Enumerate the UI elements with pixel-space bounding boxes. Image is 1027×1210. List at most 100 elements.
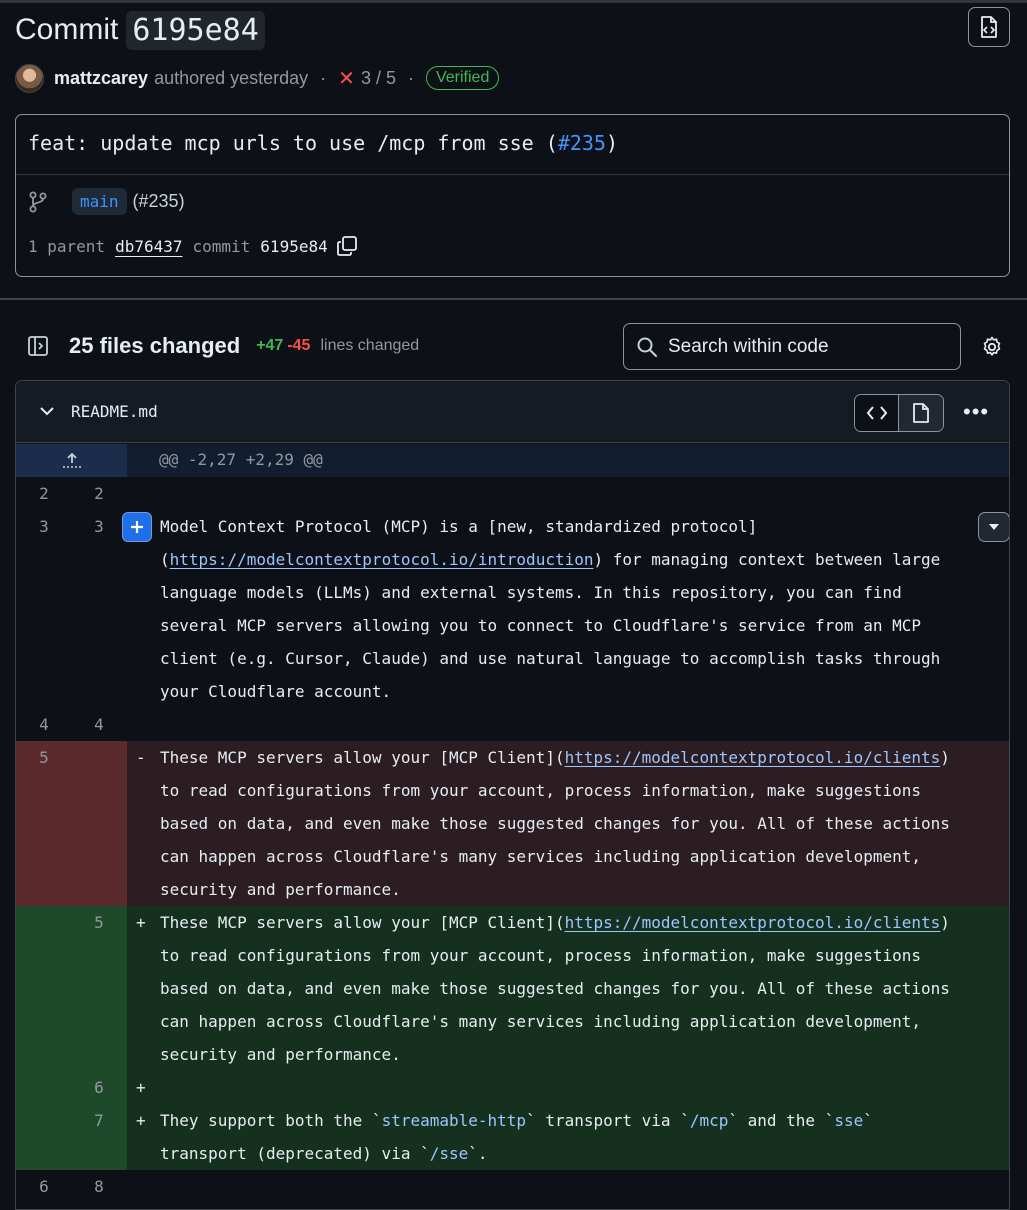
file-header: README.md ••• [16,381,1009,443]
code-text: ) [940,913,950,932]
diff-summary: 25 files changed +47 -45 lines changed [27,322,419,370]
code-text: ` and the ` [728,1111,835,1130]
sidebar-toggle-icon[interactable] [27,335,49,357]
new-line-number[interactable]: 7 [79,1111,119,1130]
git-branch-icon [29,191,47,212]
file-icon [913,403,929,423]
diff-settings-button[interactable] [978,333,1006,361]
code-text: to read configurations from your account… [160,946,921,965]
code-text: These MCP servers allow your [MCP Client… [160,748,565,767]
new-line-number[interactable]: 3 [79,517,119,536]
view-file-button[interactable] [899,395,943,431]
page-title: Commit 6195e84 [15,8,265,52]
section-divider [0,298,1027,300]
new-line-number[interactable]: 8 [79,1177,119,1196]
old-line-number[interactable]: 6 [24,1177,64,1196]
code-text: security and performance. [160,1045,401,1064]
commit-label: commit [192,236,251,256]
line-code: These MCP servers allow your [MCP Client… [160,906,979,1071]
gear-icon [983,336,1001,356]
code-text: These MCP servers allow your [MCP Client… [160,913,565,932]
plus-icon [131,521,143,533]
browse-files-button[interactable] [968,7,1010,47]
new-line-number[interactable]: 5 [79,913,119,932]
new-line-number[interactable]: 6 [79,1078,119,1097]
inline-code: sse [834,1111,864,1130]
code-text: based on data, and even make those sugge… [160,979,950,998]
branch-name[interactable]: main [72,188,127,215]
old-line-number[interactable]: 4 [24,715,64,734]
commit-message-text: feat: update mcp urls to use /mcp from s… [28,131,558,155]
commit-message-box: feat: update mcp urls to use /mcp from s… [15,114,1010,277]
chevron-down-icon[interactable] [38,402,56,420]
author-link[interactable]: mattzcarey [54,68,148,89]
diff-line-context: 4 4 [16,708,1009,741]
diff-line-context: 2 2 [16,477,1009,510]
old-line-number[interactable]: 3 [24,517,64,536]
separator-dot-2: · [407,67,414,88]
commit-title-word: Commit [15,13,119,46]
hunk-header: @@ -2,27 +2,29 @@ [16,444,1009,477]
code-text: security and performance. [160,880,401,899]
add-comment-button[interactable] [122,512,152,542]
expand-up-icon [62,452,81,468]
pr-link[interactable]: #235 [558,131,606,155]
avatar[interactable] [15,63,44,93]
code-text: Model Context Protocol (MCP) is a [new, … [160,517,758,536]
search-input[interactable]: Search within code [623,323,961,370]
old-line-number[interactable]: 5 [24,748,64,767]
x-icon[interactable]: ✕ [338,66,355,91]
code-text: can happen across Cloudflare's many serv… [160,1012,921,1031]
branch-pr[interactable]: (#235) [133,191,185,212]
expand-up-button[interactable] [16,444,127,477]
checks-count[interactable]: 3 / 5 [361,68,396,89]
code-text: ) for managing context between large [593,550,941,569]
inline-code: streamable-http [381,1111,527,1130]
file-name[interactable]: README.md [71,402,158,421]
diff-line-context: 3 3 Model Context Protocol (MCP) is a [n… [16,510,1009,708]
commit-sha-title: 6195e84 [126,10,265,50]
search-placeholder: Search within code [668,335,829,357]
kebab-menu-icon[interactable]: ••• [963,399,989,425]
code-text: transport (deprecated) via ` [160,1144,430,1163]
file-code-icon [981,16,997,38]
copy-icon[interactable] [336,235,358,257]
code-text: your Cloudflare account. [160,682,392,701]
verified-badge[interactable]: Verified [425,66,500,90]
line-code: Model Context Protocol (MCP) is a [new, … [160,510,979,708]
new-line-number[interactable]: 4 [79,715,119,734]
deletion-sign: - [136,748,146,767]
code-text: They support both the ` [160,1111,382,1130]
diff-line-addition: 6 + [16,1071,1009,1104]
branch-row: main (#235) [28,188,185,215]
code-text: to read configurations from your account… [160,781,921,800]
code-link[interactable]: https://modelcontextprotocol.io/clients [565,748,941,767]
view-toggle [854,394,944,432]
code-link[interactable]: https://modelcontextprotocol.io/clients [565,913,941,932]
commit-meta: mattzcarey authored yesterday · ✕ 3 / 5 … [15,63,500,93]
new-line-number[interactable]: 2 [79,484,119,503]
lines-changed-label: lines changed [320,337,420,354]
files-changed-count: 25 files changed [69,333,241,358]
code-text: ) [940,748,950,767]
old-line-number[interactable]: 2 [24,484,64,503]
commit-message: feat: update mcp urls to use /mcp from s… [28,131,618,155]
view-code-button[interactable] [855,395,899,431]
parent-label: 1 parent [28,236,106,256]
inline-code: /sse [429,1144,469,1163]
authored-time: authored yesterday [154,67,309,88]
code-icon [866,406,887,420]
commit-message-end: ) [605,131,619,155]
code-text: ( [160,550,170,569]
code-text: `. [468,1144,488,1163]
diff-file: README.md ••• @@ -2,27 +2,29 @@ 2 2 3 3 … [15,380,1010,1210]
parent-sha-link[interactable]: db76437 [115,237,182,256]
inline-code: /mcp [689,1111,729,1130]
code-text: ` [863,1111,873,1130]
addition-sign: + [136,1078,146,1097]
top-border [0,0,1027,3]
code-link[interactable]: https://modelcontextprotocol.io/introduc… [170,550,594,569]
deletions-count: -45 [287,337,311,354]
line-menu-button[interactable] [978,512,1009,542]
code-text: several MCP servers allowing you to conn… [160,616,921,635]
